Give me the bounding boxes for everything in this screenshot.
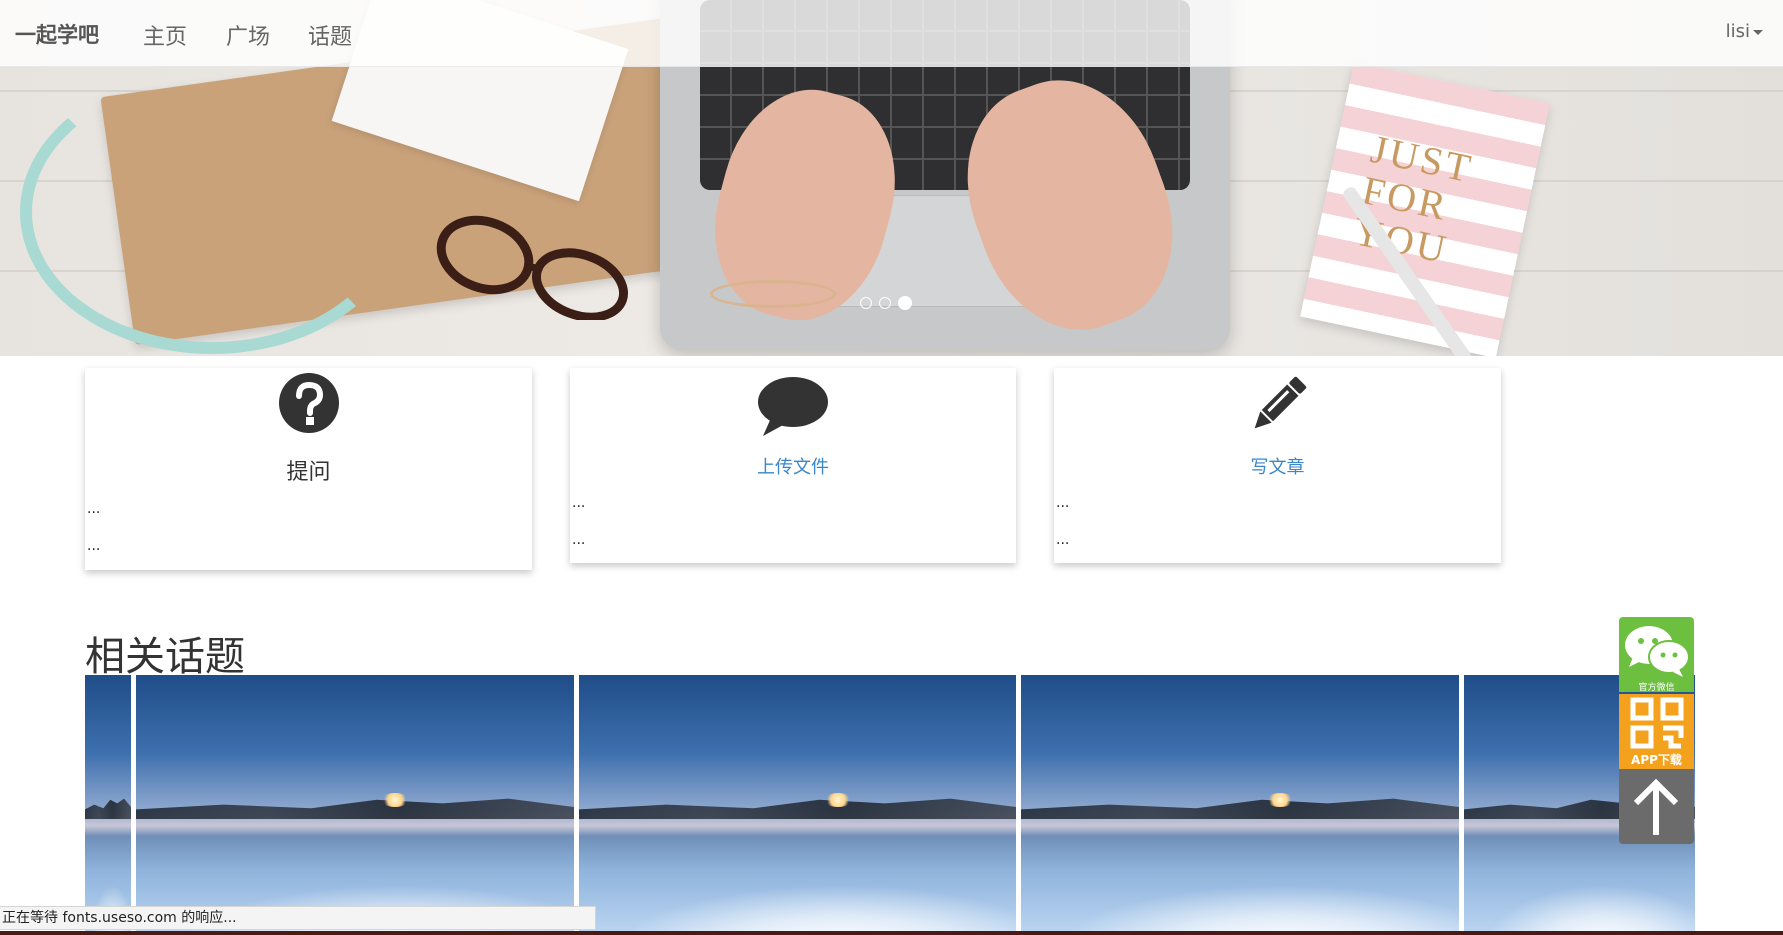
wechat-caption: 官方微信 — [1638, 683, 1675, 692]
carousel-dot-active[interactable] — [898, 296, 912, 310]
card-text-line: ... — [1056, 495, 1070, 511]
nav-square[interactable]: 广场 — [226, 19, 270, 51]
caret-down-icon — [1753, 29, 1763, 35]
upload-file-card[interactable]: 上传文件 ... ... — [570, 368, 1016, 563]
upload-file-link[interactable]: 上传文件 — [570, 453, 1016, 479]
notebook-text: JUST FOR YOU — [1349, 126, 1477, 273]
app-download-button[interactable]: APP下载 — [1619, 694, 1694, 769]
qr-code-icon — [1630, 697, 1684, 749]
ask-question-label[interactable]: 提问 — [85, 454, 532, 486]
nav-topics[interactable]: 话题 — [308, 19, 352, 51]
foam — [579, 875, 1016, 935]
app-download-caption: APP下载 — [1631, 753, 1682, 767]
nav-home[interactable]: 主页 — [143, 19, 187, 51]
topic-image[interactable] — [85, 675, 131, 935]
foam — [1021, 875, 1459, 935]
navbar: 一起学吧 主页 广场 话题 lisi — [0, 0, 1783, 67]
bottom-edge — [0, 931, 1783, 935]
user-menu[interactable]: lisi — [1726, 21, 1763, 42]
question-circle-icon — [278, 373, 339, 433]
username: lisi — [1725, 21, 1750, 42]
horizon — [579, 798, 1016, 819]
topic-image[interactable] — [136, 675, 574, 935]
glasses-image — [436, 215, 629, 320]
write-article-link[interactable]: 写文章 — [1054, 453, 1501, 479]
bracelet — [710, 280, 836, 308]
browser-status-bar: 正在等待 fonts.useso.com 的响应... — [0, 906, 596, 930]
topic-image[interactable] — [579, 675, 1016, 935]
card-text-line: ... — [87, 538, 101, 554]
comment-icon — [758, 377, 828, 436]
topic-image[interactable] — [1021, 675, 1459, 935]
card-text-line: ... — [87, 501, 101, 517]
ask-question-card[interactable]: 提问 ... ... — [85, 368, 532, 570]
pencil-icon — [1254, 376, 1306, 429]
horizon — [85, 798, 131, 819]
foam — [1464, 875, 1695, 935]
horizon — [1021, 798, 1459, 819]
carousel-dot[interactable] — [860, 297, 872, 309]
section-title: 相关话题 — [85, 634, 245, 681]
topic-gallery — [85, 675, 1695, 935]
arrow-up-icon — [1633, 778, 1679, 835]
back-to-top-button[interactable] — [1619, 769, 1694, 844]
brand-logo[interactable]: 一起学吧 — [15, 19, 99, 49]
carousel-indicators — [860, 296, 912, 310]
wechat-button[interactable]: 官方微信 — [1619, 617, 1694, 692]
ribbon — [20, 70, 404, 354]
carousel-dot[interactable] — [879, 297, 891, 309]
horizon — [136, 798, 574, 819]
write-article-card[interactable]: 写文章 ... ... — [1054, 368, 1501, 563]
wechat-icon — [1625, 626, 1690, 677]
card-text-line: ... — [572, 532, 586, 548]
card-text-line: ... — [572, 495, 586, 511]
sun — [823, 793, 852, 807]
card-text-line: ... — [1056, 532, 1070, 548]
